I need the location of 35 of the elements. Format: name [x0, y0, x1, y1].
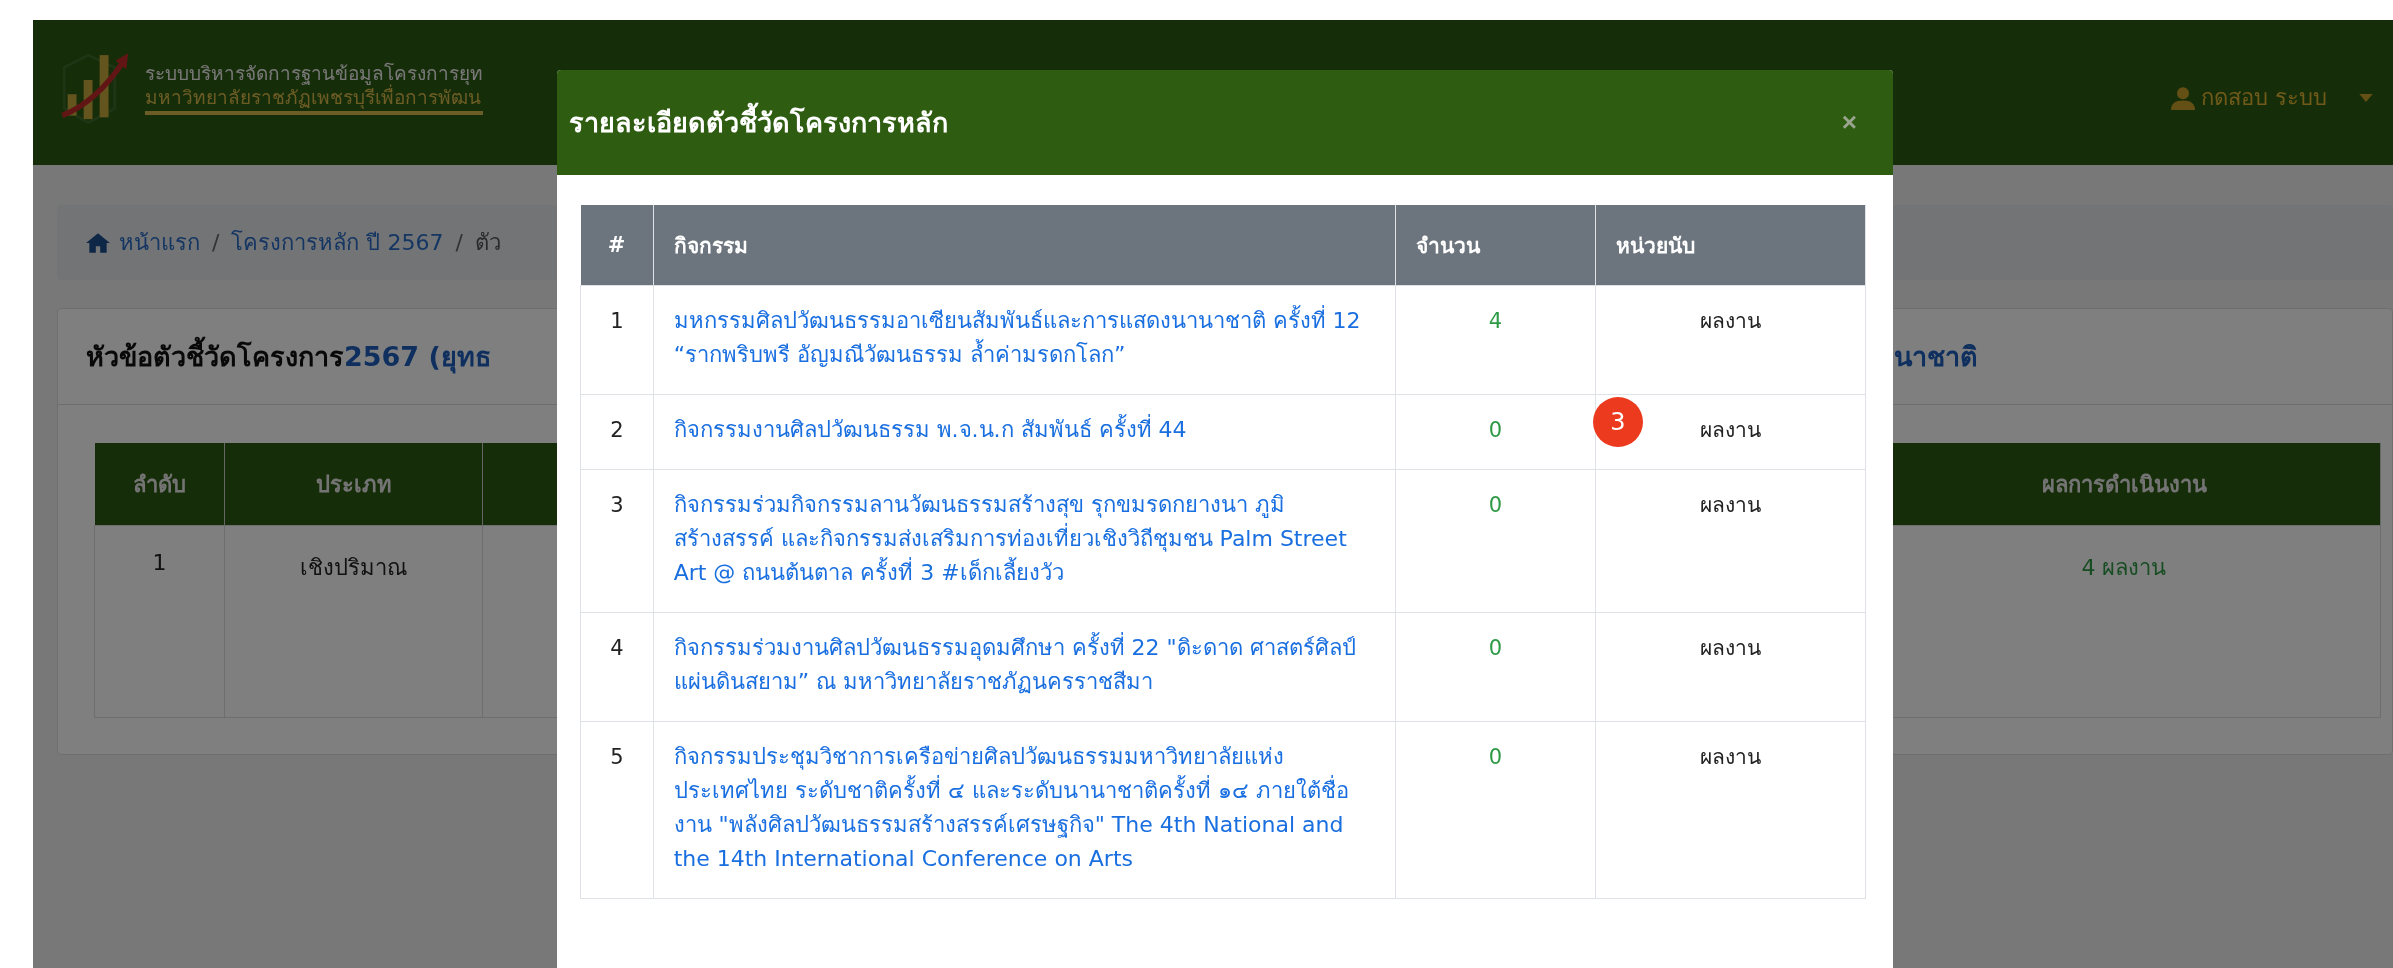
university-name: มหาวิทยาลัยราชภัฏเพชรบุรีเพื่อการพัฒน: [145, 85, 483, 115]
table-cell: ผลงาน: [1595, 285, 1866, 395]
breadcrumb-link[interactable]: หน้าแรก: [119, 225, 200, 260]
table-cell: เชิงปริมาณ: [224, 525, 483, 718]
table-cell: 0: [1395, 612, 1596, 722]
close-button[interactable]: ×: [1833, 103, 1865, 142]
card-title: นาชาติ: [1894, 340, 1979, 374]
table-cell: 4: [580, 612, 654, 722]
column-header: ลำดับ: [94, 443, 225, 526]
card-title: หัวข้อตัวชี้วัดโครงการ2567 (ยุทธ: [58, 335, 558, 378]
table-cell: 0: [1395, 469, 1596, 613]
table-cell: 0: [1395, 721, 1596, 899]
breadcrumb-separator: /: [455, 230, 463, 255]
table-cell: 5: [580, 721, 654, 899]
table-cell: 4: [1395, 285, 1596, 395]
breadcrumb-separator: /: [212, 230, 220, 255]
user-icon: [2171, 85, 2195, 110]
table-cell: 1: [580, 285, 654, 395]
breadcrumb-link[interactable]: โครงการหลัก ปี 2567: [231, 225, 444, 260]
breadcrumb-link[interactable]: ตัว: [474, 225, 501, 260]
column-header: จำนวน: [1395, 205, 1596, 286]
table-cell: 1: [94, 525, 225, 718]
modal-title: รายละเอียดตัวชี้วัดโครงการหลัก: [569, 101, 948, 144]
column-header: #: [580, 205, 654, 286]
table-cell: ผลงาน: [1595, 612, 1866, 722]
column-header: ประเภท: [224, 443, 483, 526]
table-cell: ผลงาน: [1595, 469, 1866, 613]
table-cell: ผลงาน: [1595, 721, 1866, 899]
system-title: ระบบบริหารจัดการฐานข้อมูลโครงการยุท: [145, 61, 483, 85]
table-cell: 3: [580, 469, 654, 613]
column-header: กิจกรรม: [653, 205, 1396, 286]
column-header: หน่วยนับ: [1595, 205, 1866, 286]
home-icon: [85, 231, 111, 254]
table-cell: 2: [580, 394, 654, 470]
caret-icon: [2359, 93, 2373, 102]
